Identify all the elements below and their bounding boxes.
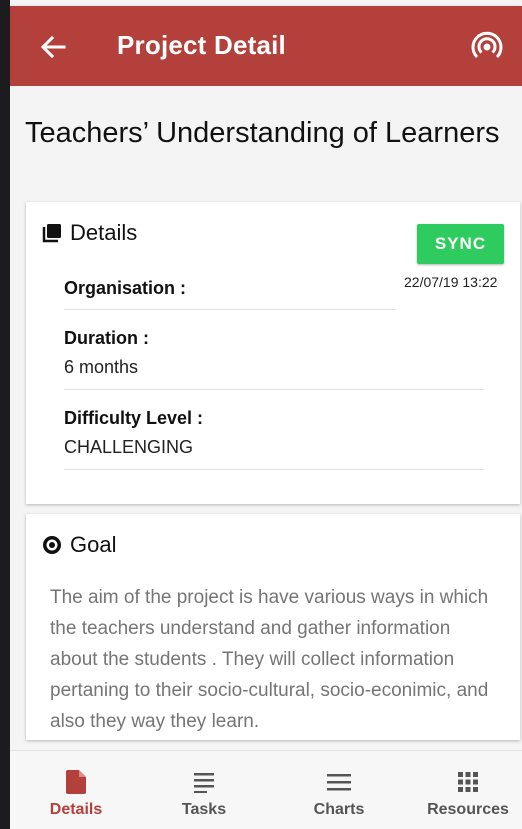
difficulty-field: Difficulty Level : CHALLENGING — [64, 408, 484, 470]
document-icon — [66, 770, 86, 794]
nav-resources-label: Resources — [427, 801, 509, 818]
nav-charts-label: Charts — [313, 801, 365, 818]
project-detail-content[interactable]: Teachers’ Understanding of Learners Deta… — [10, 86, 522, 750]
podcast-icon[interactable] — [470, 30, 504, 64]
goal-header: Goal — [42, 532, 116, 558]
duration-field: Duration : 6 months — [64, 328, 484, 390]
radio-button-icon — [43, 536, 61, 554]
goal-card: Goal The aim of the project is have vari… — [26, 514, 520, 740]
project-title: Teachers’ Understanding of Learners — [25, 117, 500, 149]
nav-details-label: Details — [49, 801, 103, 818]
duration-value: 6 months — [64, 357, 139, 377]
grid-icon — [458, 772, 478, 792]
app-bar: Project Detail — [10, 6, 522, 86]
difficulty-value: CHALLENGING — [64, 437, 194, 457]
divider — [64, 309, 396, 310]
divider — [64, 389, 484, 390]
arrow-left-icon[interactable] — [38, 32, 68, 62]
details-header: Details — [42, 220, 137, 246]
details-header-label: Details — [70, 220, 138, 245]
nav-charts[interactable]: Charts — [275, 751, 403, 829]
duration-label: Duration : — [64, 328, 149, 348]
app-screen: Project Detail Teachers’ Understanding o… — [10, 0, 522, 829]
menu-icon — [327, 774, 351, 791]
organisation-field: Organisation : — [64, 278, 396, 310]
nav-tasks[interactable]: Tasks — [140, 751, 268, 829]
goal-description: The aim of the project is have various w… — [50, 587, 489, 732]
goal-header-label: Goal — [70, 532, 117, 557]
notes-icon — [194, 773, 214, 793]
app-bar-title: Project Detail — [117, 30, 286, 60]
nav-details[interactable]: Details — [12, 751, 140, 829]
bottom-navigation: Details Tasks Charts Resources — [10, 750, 522, 829]
difficulty-label: Difficulty Level : — [64, 408, 204, 428]
sync-button[interactable]: SYNC — [417, 224, 504, 264]
organisation-label: Organisation : — [64, 278, 187, 298]
details-card: Details SYNC 22/07/19 13:22 Organisation… — [26, 202, 520, 504]
nav-tasks-label: Tasks — [181, 801, 227, 818]
sync-timestamp: 22/07/19 13:22 — [404, 274, 498, 290]
divider — [64, 469, 484, 470]
nav-resources[interactable]: Resources — [404, 751, 522, 829]
stack-icon — [42, 224, 61, 243]
